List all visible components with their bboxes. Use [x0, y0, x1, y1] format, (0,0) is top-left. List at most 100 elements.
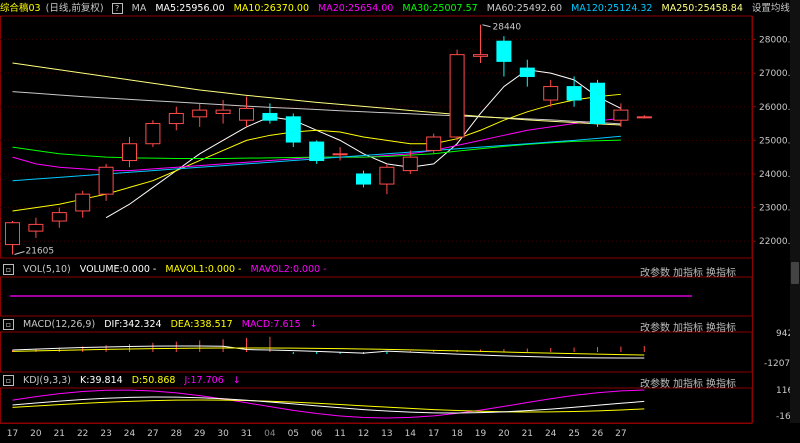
- date-label: 21: [53, 429, 66, 439]
- date-label: 30: [217, 429, 229, 439]
- kdj-params-button[interactable]: 改参数: [640, 375, 670, 390]
- kdj-header: ▫ KDJ(9,3,3) K:39.814 D:50.868 J:17.706 …: [0, 373, 247, 389]
- candle-body: [98, 166, 114, 195]
- candle-body: [5, 222, 20, 246]
- candle-body: [332, 153, 348, 156]
- macd-macd-value: MACD:7.615: [241, 319, 301, 330]
- macd-title: MACD(12,26,9): [23, 319, 96, 330]
- kdj-add-button[interactable]: 加指标: [673, 375, 703, 390]
- candle-body: [215, 109, 231, 114]
- candle-body: [28, 223, 44, 232]
- price-header: 综合稿03 (日线,前复权) ? MA MA5:25956.00 MA10:26…: [0, 1, 796, 17]
- kdj-axis-bottom: -16: [776, 412, 791, 422]
- date-label: 05: [287, 429, 300, 439]
- high-annotation: 28440: [493, 23, 522, 33]
- candle-body: [613, 109, 629, 121]
- vol-collapse-icon[interactable]: ▫: [3, 264, 14, 275]
- date-label: 19: [474, 429, 487, 439]
- candle-body: [75, 193, 91, 212]
- ma20-value: MA20:25654.00: [318, 3, 394, 14]
- macd-switch-button[interactable]: 换指标: [706, 319, 736, 334]
- indicator-name: MA: [131, 3, 147, 14]
- date-label: 12: [357, 429, 370, 439]
- candle-body: [262, 112, 278, 121]
- macd-dif-value: DIF:342.324: [104, 319, 162, 330]
- ma5-value: MA5:25956.00: [155, 3, 225, 14]
- date-label: 17: [6, 429, 19, 439]
- kdj-title: KDJ(9,3,3): [23, 375, 71, 386]
- date-label: 21: [521, 429, 534, 439]
- chart-period: (日线,前复权): [45, 3, 104, 14]
- ma250-value: MA250:25458.84: [661, 3, 743, 14]
- date-label: 20: [498, 429, 510, 439]
- ma-line-ma60: [12, 91, 621, 125]
- macd-down-arrow-icon: ↓: [309, 319, 318, 330]
- date-label: 25: [568, 429, 580, 439]
- settings-ma-button[interactable]: 设置均线: [752, 3, 790, 14]
- vol-title: VOL(5,10): [23, 264, 71, 275]
- candle-body: [309, 141, 325, 162]
- date-label: 29: [193, 429, 206, 439]
- vertical-scrollbar[interactable]: [790, 0, 800, 423]
- date-label: 14: [404, 429, 417, 439]
- date-label: 27: [615, 429, 627, 439]
- date-label: 28: [170, 429, 183, 439]
- candle-body: [449, 54, 465, 138]
- vol-mavol2-value: MAVOL2:0.000 -: [250, 264, 327, 275]
- price-panel-frame: [0, 15, 753, 259]
- ma60-value: MA60:25492.60: [486, 3, 563, 14]
- candle-body: [51, 212, 67, 222]
- candle-body: [192, 109, 208, 118]
- high-marker-line: [482, 24, 491, 28]
- candle-body: [145, 123, 161, 145]
- kdj-switch-button[interactable]: 换指标: [706, 375, 736, 390]
- vol-params-button[interactable]: 改参数: [640, 264, 670, 279]
- kdj-collapse-icon[interactable]: ▫: [3, 375, 14, 386]
- candle-body: [496, 40, 512, 62]
- date-label: 26: [591, 429, 604, 439]
- kdj-j-value: J:17.706: [184, 375, 224, 386]
- ma10-value: MA10:26370.00: [233, 3, 309, 14]
- macd-collapse-icon[interactable]: ▫: [3, 319, 14, 330]
- candle-body: [590, 82, 605, 125]
- candle-body: [519, 67, 535, 77]
- candle-body: [168, 112, 184, 125]
- candle-body: [426, 136, 442, 151]
- candle-body: [285, 116, 301, 143]
- date-label: 18: [451, 429, 463, 439]
- scrollbar-thumb[interactable]: [791, 262, 799, 284]
- macd-dea-value: DEA:338.517: [170, 319, 233, 330]
- vol-header: ▫ VOL(5,10) VOLUME:0.000 - MAVOL1:0.000 …: [0, 262, 333, 278]
- low-annotation: 21605: [26, 246, 55, 256]
- low-marker-line: [14, 250, 25, 255]
- candle-body: [636, 116, 652, 119]
- vol-switch-button[interactable]: 换指标: [706, 264, 736, 279]
- macd-header: ▫ MACD(12,26,9) DIF:342.324 DEA:338.517 …: [0, 317, 324, 333]
- kdj-down-arrow-icon: ↓: [232, 375, 241, 386]
- date-label: 27: [147, 429, 159, 439]
- date-label: 06: [310, 429, 323, 439]
- candle-body: [122, 143, 137, 162]
- vol-add-button[interactable]: 加指标: [673, 264, 703, 279]
- vol-mavol1-value: MAVOL1:0.000 -: [165, 264, 242, 275]
- candle-body: [402, 156, 418, 172]
- date-label: 24: [123, 429, 136, 439]
- date-label: 17: [427, 429, 440, 439]
- vol-volume-value: VOLUME:0.000 -: [79, 264, 157, 275]
- candle-body: [473, 54, 488, 57]
- macd-params-button[interactable]: 改参数: [640, 319, 670, 334]
- date-label: 22: [76, 429, 89, 439]
- candle-body: [566, 86, 582, 101]
- macd-dif-line: [12, 345, 645, 359]
- date-label: 20: [30, 429, 42, 439]
- candle-body: [356, 173, 371, 185]
- macd-add-button[interactable]: 加指标: [673, 319, 703, 334]
- date-label: 24: [544, 429, 557, 439]
- date-label: 23: [100, 429, 112, 439]
- kdj-d-line: [12, 399, 645, 413]
- help-icon[interactable]: ?: [111, 3, 123, 14]
- candle-body: [543, 86, 559, 101]
- ma120-value: MA120:25124.32: [571, 3, 653, 14]
- date-label: 11: [334, 429, 346, 439]
- kdj-k-value: K:39.814: [80, 375, 123, 386]
